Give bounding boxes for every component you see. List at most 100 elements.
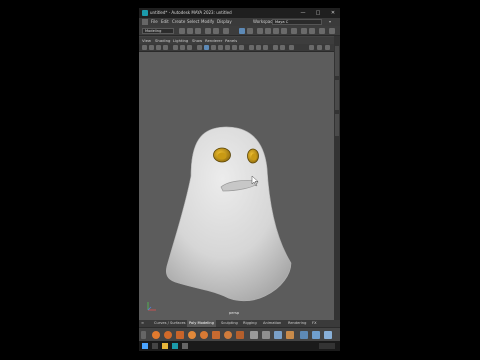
- viewport-scene: [165, 126, 292, 302]
- combine-icon[interactable]: [250, 331, 258, 339]
- use-lights-icon[interactable]: [225, 45, 230, 50]
- windows-start-icon[interactable]: [142, 343, 148, 349]
- text-tool-icon[interactable]: [274, 331, 282, 339]
- resolution-gate-icon[interactable]: [187, 45, 192, 50]
- panel-menu-show[interactable]: Show: [192, 37, 202, 44]
- color-management-icon[interactable]: [289, 45, 294, 50]
- menu-create[interactable]: Create: [172, 18, 185, 26]
- select-hierarchy-icon[interactable]: [223, 28, 229, 34]
- menu-file[interactable]: File: [151, 18, 158, 26]
- maximize-button[interactable]: □: [311, 8, 325, 18]
- poly-cone-icon[interactable]: [188, 331, 196, 339]
- isolate-select-icon[interactable]: [249, 45, 254, 50]
- textured-icon[interactable]: [218, 45, 223, 50]
- snap-point-icon[interactable]: [273, 28, 279, 34]
- right-side-tabs: [334, 36, 340, 320]
- panel-menu-panels[interactable]: Panels: [225, 37, 237, 44]
- file-explorer-icon[interactable]: [162, 343, 168, 349]
- menu-set-dropdown[interactable]: Modeling: [142, 28, 174, 34]
- two-panel-icon[interactable]: [317, 45, 322, 50]
- panel-menu-renderer[interactable]: Renderer: [205, 37, 222, 44]
- grid-icon[interactable]: [173, 45, 178, 50]
- ghost-left-pupil: [217, 152, 227, 160]
- snap-grid-icon[interactable]: [257, 28, 263, 34]
- open-scene-icon[interactable]: [187, 28, 193, 34]
- poly-disc-icon[interactable]: [224, 331, 232, 339]
- poly-modeling-shelf: [139, 327, 340, 341]
- wireframe-icon[interactable]: [197, 45, 202, 50]
- menu-edit[interactable]: Edit: [161, 18, 169, 26]
- camera-attributes-icon[interactable]: [149, 45, 154, 50]
- extrude-icon[interactable]: [300, 331, 308, 339]
- maya-app-icon: [142, 10, 148, 16]
- svg-tool-icon[interactable]: [286, 331, 294, 339]
- channel-box-tab[interactable]: [335, 46, 339, 76]
- chrome-icon[interactable]: [182, 343, 188, 349]
- select-by-component-icon[interactable]: [247, 28, 253, 34]
- shelf-tab-poly-modeling[interactable]: Poly Modeling: [187, 320, 216, 327]
- modeling-toolkit-tab[interactable]: [335, 114, 339, 136]
- snap-view-icon[interactable]: [281, 28, 287, 34]
- gamma-icon[interactable]: [273, 45, 278, 50]
- panel-menu-lighting[interactable]: Lighting: [173, 37, 188, 44]
- save-scene-icon[interactable]: [195, 28, 201, 34]
- poly-platonic-icon[interactable]: [236, 331, 244, 339]
- ipr-render-icon[interactable]: [309, 28, 315, 34]
- film-gate-icon[interactable]: [180, 45, 185, 50]
- ambient-occlusion-icon[interactable]: [239, 45, 244, 50]
- snap-curve-icon[interactable]: [265, 28, 271, 34]
- wireframe-on-shaded-icon[interactable]: [211, 45, 216, 50]
- exposure-icon[interactable]: [280, 45, 285, 50]
- bridge-icon[interactable]: [324, 331, 332, 339]
- four-panel-icon[interactable]: [325, 45, 330, 50]
- new-scene-icon[interactable]: [179, 28, 185, 34]
- hypershade-icon[interactable]: [329, 28, 335, 34]
- render-icon[interactable]: [301, 28, 307, 34]
- separate-icon[interactable]: [262, 331, 270, 339]
- shelf-tab-curves-surfaces[interactable]: Curves / Surfaces: [154, 320, 186, 327]
- menu-display[interactable]: Display: [217, 18, 232, 26]
- bookmarks-icon[interactable]: [156, 45, 161, 50]
- panel-layout-icon[interactable]: [309, 45, 314, 50]
- perspective-viewport[interactable]: [139, 52, 334, 320]
- undo-icon[interactable]: [205, 28, 211, 34]
- task-view-icon[interactable]: [152, 343, 158, 349]
- close-button[interactable]: ✕: [326, 8, 340, 18]
- shelf-tab-rigging[interactable]: Rigging: [243, 320, 257, 327]
- select-camera-icon[interactable]: [142, 45, 147, 50]
- shelf-menu-icon[interactable]: ≡: [141, 320, 144, 327]
- poly-cube-icon[interactable]: [164, 331, 172, 339]
- maya-taskbar-icon[interactable]: [172, 343, 178, 349]
- shadows-icon[interactable]: [232, 45, 237, 50]
- poly-sphere-icon[interactable]: [152, 331, 160, 339]
- main-menu-bar: File Edit Create Select Modify Display W…: [139, 18, 340, 26]
- home-icon[interactable]: [142, 19, 148, 25]
- workspace-dropdown[interactable]: Maya C: [272, 19, 322, 25]
- shelf-tab-animation[interactable]: Animation: [263, 320, 281, 327]
- history-icon[interactable]: [291, 28, 297, 34]
- image-plane-icon[interactable]: [163, 45, 168, 50]
- poly-plane-icon[interactable]: [212, 331, 220, 339]
- select-by-object-icon[interactable]: [239, 28, 245, 34]
- xray-icon[interactable]: [256, 45, 261, 50]
- menu-select[interactable]: Select: [187, 18, 199, 26]
- camera-label: persp: [229, 311, 240, 315]
- smooth-shade-icon[interactable]: [204, 45, 209, 50]
- chevron-down-icon[interactable]: ▾: [329, 18, 331, 26]
- poly-cylinder-icon[interactable]: [176, 331, 184, 339]
- menu-modify[interactable]: Modify: [201, 18, 214, 26]
- shelf-options-icon[interactable]: [141, 331, 146, 339]
- attribute-editor-tab[interactable]: [335, 80, 339, 110]
- xray-joints-icon[interactable]: [263, 45, 268, 50]
- shelf-tab-fx[interactable]: FX: [312, 320, 317, 327]
- panel-menu-view[interactable]: View: [142, 37, 151, 44]
- redo-icon[interactable]: [213, 28, 219, 34]
- poly-torus-icon[interactable]: [200, 331, 208, 339]
- bevel-icon[interactable]: [312, 331, 320, 339]
- shelf-tab-rendering[interactable]: Rendering: [288, 320, 306, 327]
- minimize-button[interactable]: —: [296, 8, 310, 18]
- title-bar: untitled* - Autodesk MAYA 2023: untitled…: [139, 8, 340, 18]
- panel-menu-shading[interactable]: Shading: [155, 37, 170, 44]
- shelf-tab-sculpting[interactable]: Sculpting: [221, 320, 238, 327]
- render-settings-icon[interactable]: [319, 28, 325, 34]
